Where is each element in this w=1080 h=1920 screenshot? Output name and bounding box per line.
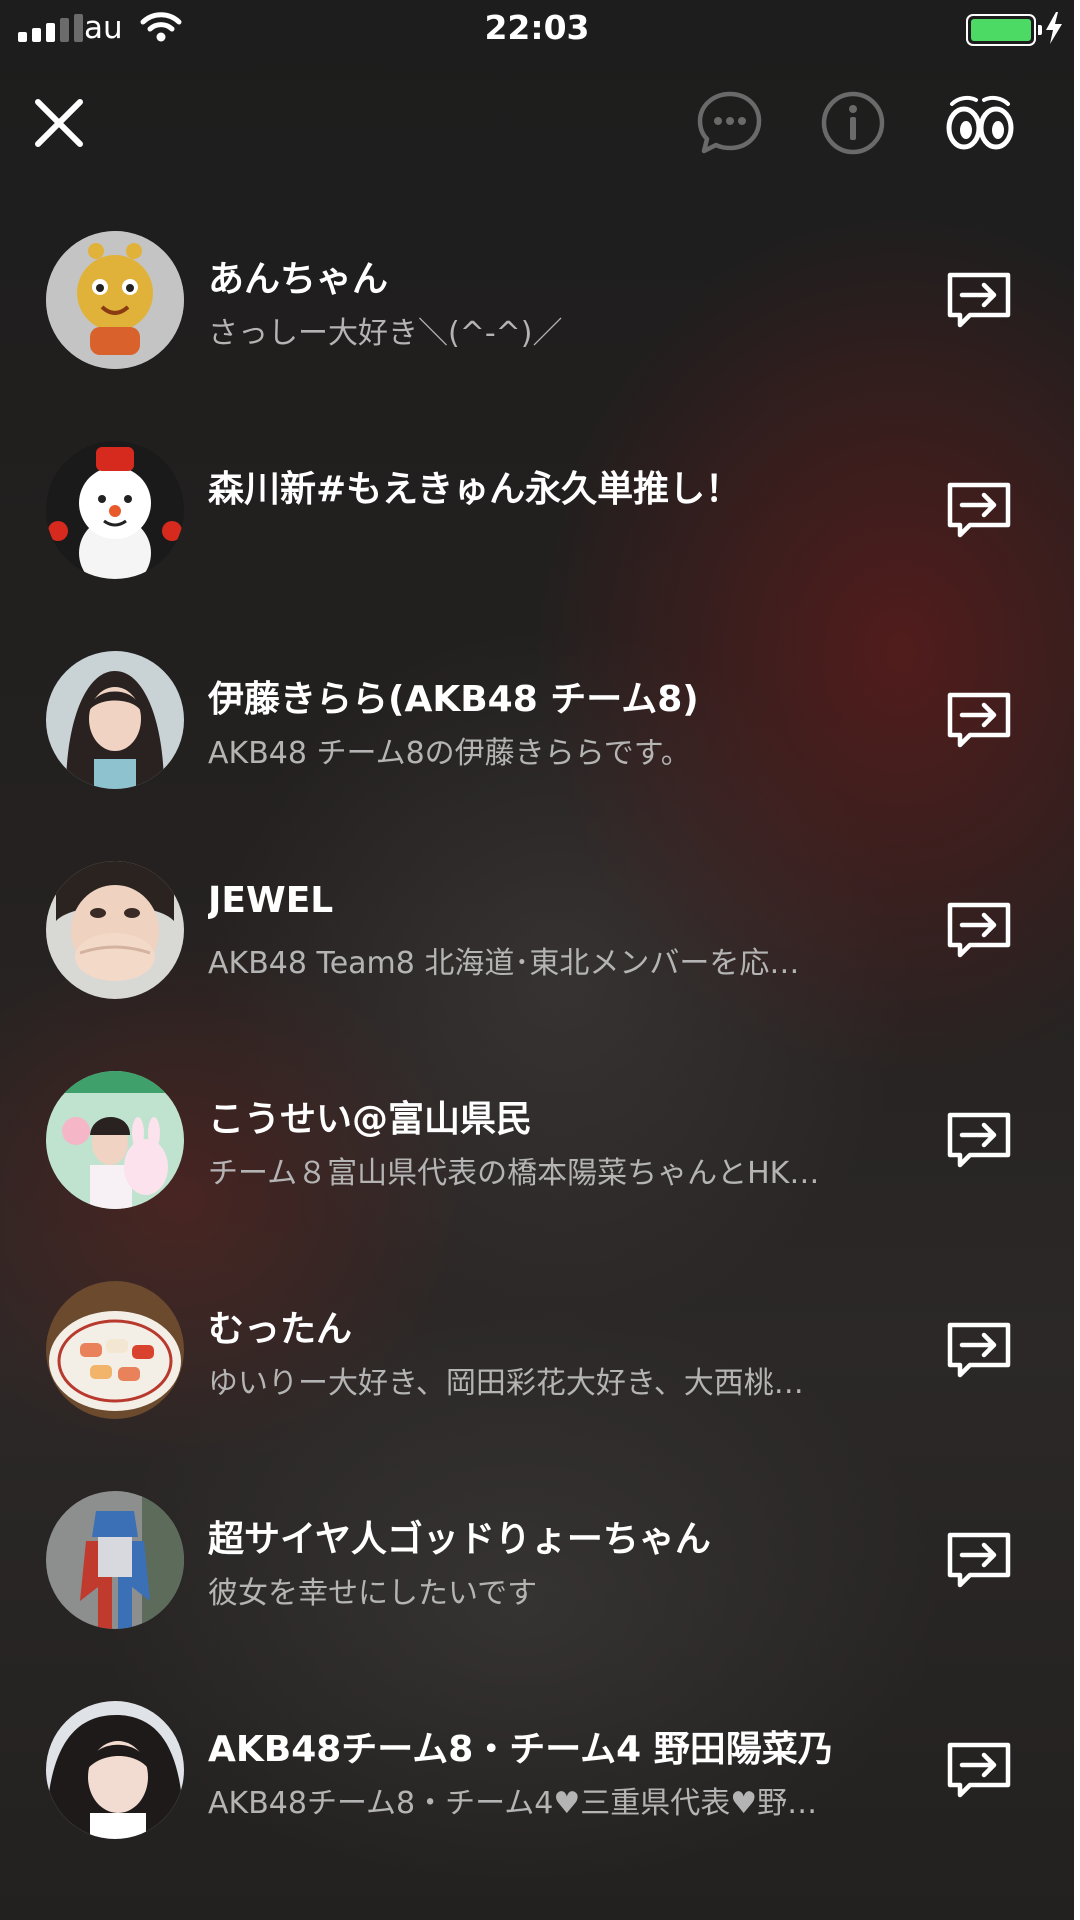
user-status-message: さっしー大好き＼(^-^)／ <box>208 316 563 351</box>
user-status-message: 彼女を幸せにしたいです <box>208 1576 538 1611</box>
cartoon-mascot-avatar <box>46 231 184 369</box>
screen-edge <box>1074 0 1080 1920</box>
person-photo-avatar <box>46 861 184 999</box>
user-row[interactable]: AKB48チーム8・チーム4 野田陽菜乃 AKB48チーム8・チーム4♥三重県代… <box>0 1670 1074 1880</box>
sushi-photo-avatar <box>46 1281 184 1419</box>
top-bar <box>0 80 1074 160</box>
user-status-message: AKB48 Team8 北海道･東北メンバーを応… <box>208 946 800 981</box>
eyes-icon[interactable] <box>944 90 1016 158</box>
share-icon[interactable] <box>944 1737 1014 1807</box>
user-name: AKB48チーム8・チーム4 野田陽菜乃 <box>208 1729 834 1770</box>
chat-bubble-icon[interactable] <box>696 90 764 160</box>
share-icon[interactable] <box>944 1527 1014 1597</box>
user-name: 森川新#もえきゅん永久単推し！ <box>208 469 742 510</box>
user-row[interactable]: 超サイヤ人ゴッドりょーちゃん 彼女を幸せにしたいです <box>0 1460 1074 1670</box>
close-icon[interactable] <box>30 94 88 156</box>
clock: 22:03 <box>484 8 590 47</box>
battery-icon <box>966 14 1042 46</box>
user-name: あんちゃん <box>208 259 389 300</box>
share-icon[interactable] <box>944 897 1014 967</box>
poster-photo-avatar <box>46 1071 184 1209</box>
share-icon[interactable] <box>944 1107 1014 1177</box>
user-row[interactable]: むったん ゆいりー大好き、岡田彩花大好き、大西桃… <box>0 1250 1074 1460</box>
user-row[interactable]: 伊藤きらら(AKB48 チーム8) AKB48 チーム8の伊藤きららです。 <box>0 620 1074 830</box>
user-status-message: AKB48チーム8・チーム4♥三重県代表♥野… <box>208 1786 818 1821</box>
user-row[interactable]: こうせい@富山県民 チーム８富山県代表の橋本陽菜ちゃんとHK… <box>0 1040 1074 1250</box>
user-status-message: ゆいりー大好き、岡田彩花大好き、大西桃… <box>208 1366 804 1401</box>
snowman-avatar <box>46 441 184 579</box>
user-list: あんちゃん さっしー大好き＼(^-^)／ 森川新#もえきゅん永久単推し！ 伊藤き… <box>0 200 1074 1880</box>
person-photo-avatar <box>46 651 184 789</box>
share-icon[interactable] <box>944 477 1014 547</box>
user-row[interactable]: JEWEL AKB48 Team8 北海道･東北メンバーを応… <box>0 830 1074 1040</box>
user-status-message: AKB48 チーム8の伊藤きららです。 <box>208 736 691 771</box>
user-status-message: チーム８富山県代表の橋本陽菜ちゃんとHK… <box>208 1156 820 1191</box>
figure-photo-avatar <box>46 1491 184 1629</box>
charging-bolt-icon <box>1044 12 1064 53</box>
person-photo-avatar <box>46 1701 184 1839</box>
user-name: こうせい@富山県民 <box>208 1099 533 1140</box>
status-bar: au 22:03 <box>0 0 1074 60</box>
share-icon[interactable] <box>944 1317 1014 1387</box>
user-row[interactable]: あんちゃん さっしー大好き＼(^-^)／ <box>0 200 1074 410</box>
user-name: 伊藤きらら(AKB48 チーム8) <box>208 679 699 720</box>
share-icon[interactable] <box>944 687 1014 757</box>
user-name: JEWEL <box>208 880 334 921</box>
user-name: むったん <box>208 1309 353 1350</box>
info-icon[interactable] <box>820 90 886 160</box>
user-row[interactable]: 森川新#もえきゅん永久単推し！ <box>0 410 1074 620</box>
user-name: 超サイヤ人ゴッドりょーちゃん <box>208 1519 711 1560</box>
share-icon[interactable] <box>944 267 1014 337</box>
